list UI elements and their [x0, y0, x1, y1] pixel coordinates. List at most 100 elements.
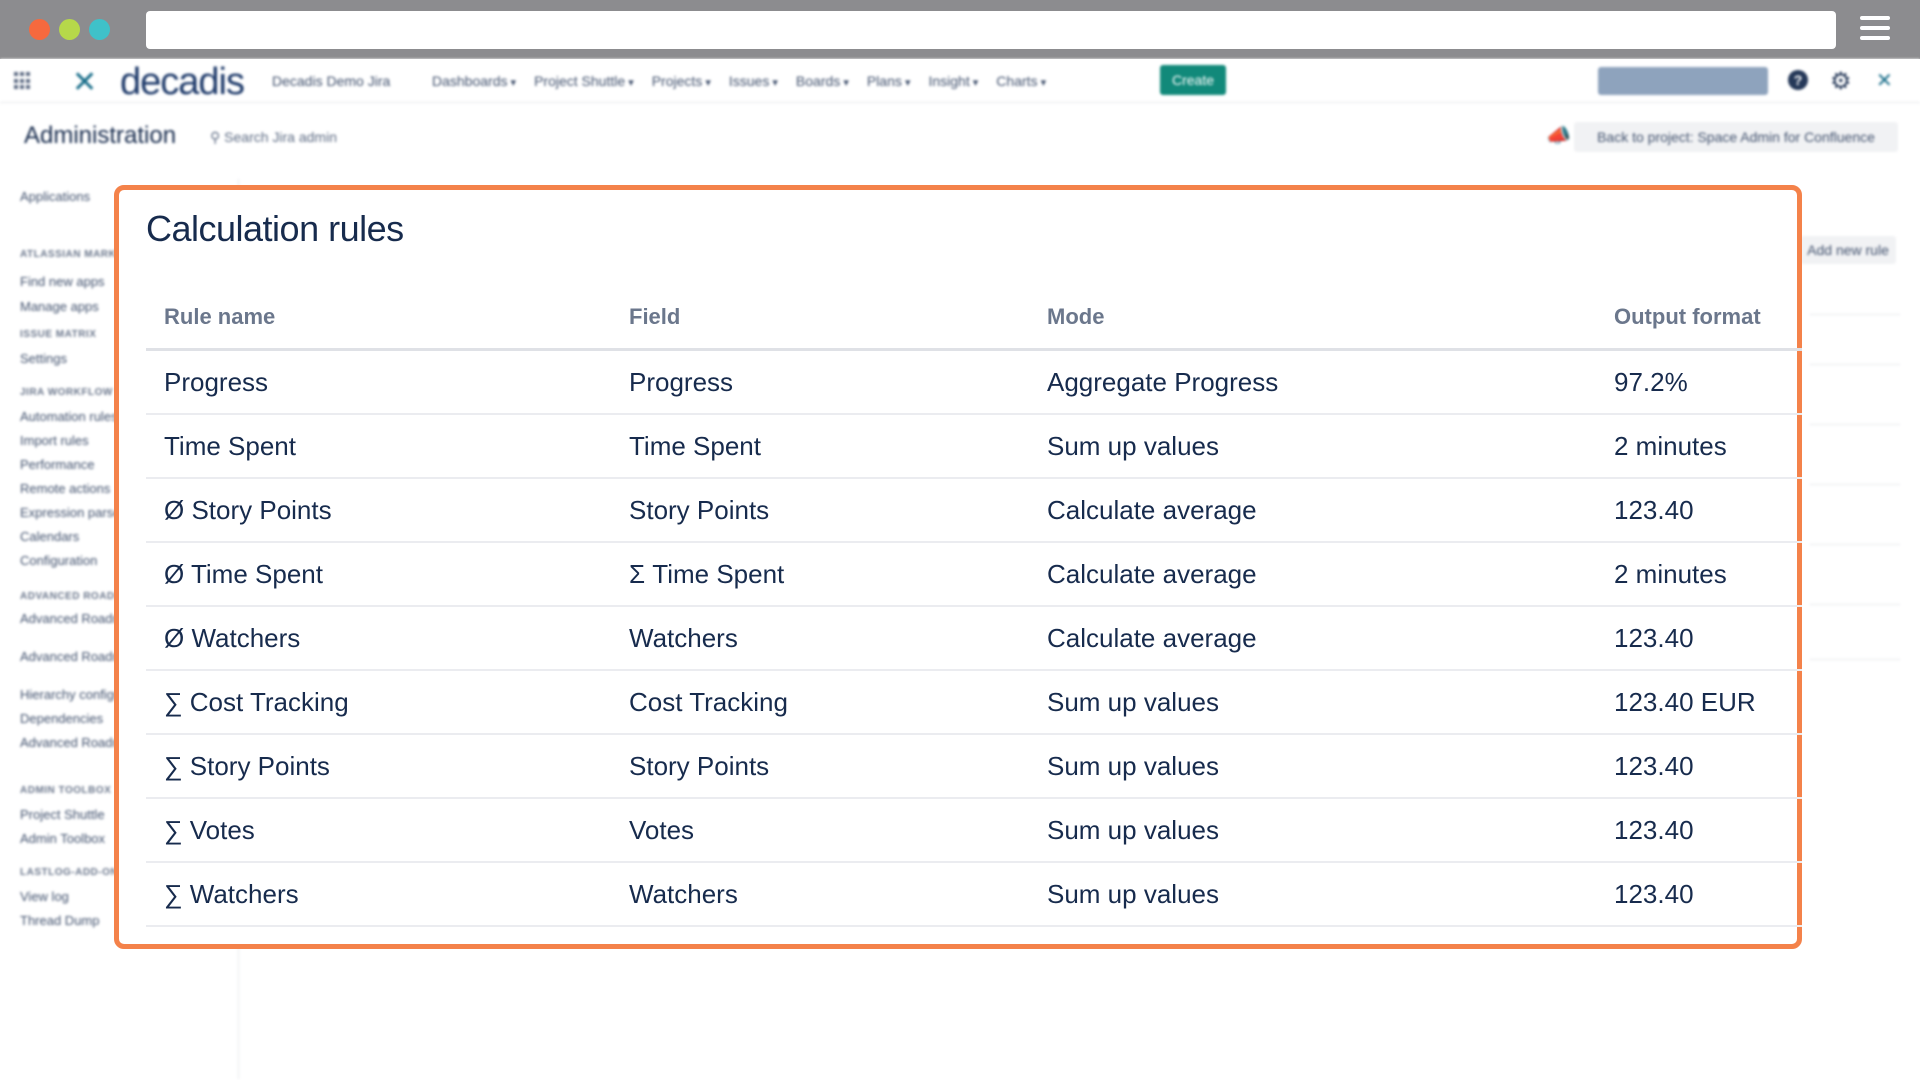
column-header-rule-name[interactable]: Rule name [146, 285, 611, 351]
divider [1810, 604, 1900, 605]
output-format-cell: 2 minutes [1596, 414, 1802, 479]
create-button[interactable]: Create [1160, 65, 1226, 95]
help-icon[interactable]: ? [1788, 70, 1808, 90]
output-format-cell: 123.40 [1596, 606, 1802, 671]
output-format-cell: 123.40 [1596, 862, 1802, 927]
table-row[interactable]: ∑ Story Points Story Points Sum up values 1… [146, 734, 1802, 799]
sidebar-item[interactable]: Configuration [20, 553, 97, 568]
table-row[interactable]: Ø Watchers Watchers Calculate average 123.4… [146, 606, 1802, 671]
profile-icon[interactable]: ✕ [1876, 68, 1893, 93]
field-cell: Watchers [611, 862, 1029, 927]
rule-name-cell: Time Spent [146, 414, 611, 479]
nav-item[interactable]: Plans [867, 73, 911, 89]
divider [1810, 424, 1900, 425]
rule-name-cell: ∑ Votes [146, 798, 611, 863]
nav-item[interactable]: Project Shuttle [534, 73, 634, 89]
rule-name-cell: Ø Story Points [146, 478, 611, 543]
mode-cell: Aggregate Progress [1029, 349, 1596, 415]
sidebar-item[interactable]: Import rules [20, 433, 89, 448]
address-bar[interactable] [146, 11, 1836, 49]
divider [1810, 314, 1900, 315]
sidebar-item[interactable]: Admin Toolbox [20, 831, 105, 846]
table-row[interactable]: Ø Story Points Story Points Calculate aver… [146, 478, 1802, 543]
sidebar-item[interactable]: Thread Dump [20, 913, 99, 928]
divider [1810, 544, 1900, 545]
mode-cell: Calculate average [1029, 478, 1596, 543]
calculation-rules-table: Rule name Field Mode Output format Progr… [146, 285, 1802, 927]
field-cell: Progress [611, 349, 1029, 415]
table-row[interactable]: ∑ Watchers Watchers Sum up values 123.40 [146, 862, 1802, 927]
sidebar-item[interactable]: Settings [20, 351, 67, 366]
sidebar-item[interactable]: Remote actions [20, 481, 110, 496]
table-row[interactable]: ∑ Cost Tracking Cost Tracking Sum up value… [146, 670, 1802, 735]
logo-text[interactable]: decadis [120, 61, 245, 104]
table-row[interactable]: Ø Time Spent Σ Time Spent Calculate averag… [146, 542, 1802, 607]
table-row[interactable]: Progress Progress Aggregate Progress 97.2% [146, 349, 1802, 415]
minimize-window-button[interactable] [59, 19, 80, 40]
sidebar-section-header: JIRA WORKFLOW [20, 387, 113, 398]
add-new-rule-button[interactable]: Add new rule [1800, 236, 1896, 264]
nav-item[interactable]: Dashboards [432, 73, 516, 89]
table-row[interactable]: ∑ Votes Votes Sum up values 123.40 [146, 798, 1802, 863]
nav-item[interactable]: Charts [996, 73, 1046, 89]
field-cell: Watchers [611, 606, 1029, 671]
mode-cell: Sum up values [1029, 670, 1596, 735]
back-to-project-link[interactable]: Back to project: Space Admin for Conflue… [1574, 122, 1898, 152]
sidebar-section-header: LASTLOG-ADD-ON [20, 867, 119, 878]
field-cell: Story Points [611, 734, 1029, 799]
close-window-button[interactable] [29, 19, 50, 40]
sidebar-item[interactable]: Manage apps [20, 299, 99, 314]
output-format-cell: 123.40 [1596, 478, 1802, 543]
page-title: Administration [24, 122, 177, 149]
output-format-cell: 123.40 [1596, 798, 1802, 863]
nav-item[interactable]: Insight [928, 73, 978, 89]
column-header-mode[interactable]: Mode [1029, 285, 1596, 351]
gear-icon[interactable]: ⚙ [1830, 67, 1852, 96]
sidebar-item[interactable]: Dependencies [20, 711, 103, 726]
rule-name-cell: Ø Time Spent [146, 542, 611, 607]
divider [1810, 364, 1900, 365]
field-cell: Votes [611, 798, 1029, 863]
sidebar-item[interactable]: Performance [20, 457, 94, 472]
mode-cell: Sum up values [1029, 798, 1596, 863]
mode-cell: Sum up values [1029, 414, 1596, 479]
admin-search-link[interactable]: ⚲ Search Jira admin [210, 129, 337, 146]
nav-item[interactable]: Projects [652, 73, 711, 89]
rule-name-cell: Progress [146, 349, 611, 415]
divider [1810, 659, 1900, 660]
hamburger-menu-icon[interactable] [1860, 16, 1890, 42]
sidebar-item[interactable]: Applications [20, 189, 90, 204]
mode-cell: Sum up values [1029, 862, 1596, 927]
rule-name-cell: ∑ Cost Tracking [146, 670, 611, 735]
table-row[interactable]: Time Spent Time Spent Sum up values 2 minut… [146, 414, 1802, 479]
nav-item[interactable]: Issues [729, 73, 778, 89]
top-navigation: ✕ decadis Decadis Demo Jira Dashboards Pr… [0, 59, 1920, 103]
browser-toolbar [0, 0, 1920, 59]
output-format-cell: 97.2% [1596, 349, 1802, 415]
nav-item[interactable]: Boards [796, 73, 849, 89]
instance-name[interactable]: Decadis Demo Jira [272, 73, 390, 89]
announcement-icon[interactable]: 📣 [1546, 123, 1571, 148]
field-cell: Σ Time Spent [611, 542, 1029, 607]
app-switcher-icon[interactable] [14, 72, 32, 90]
output-format-cell: 123.40 EUR [1596, 670, 1802, 735]
maximize-window-button[interactable] [89, 19, 110, 40]
column-header-field[interactable]: Field [611, 285, 1029, 351]
sidebar-item[interactable]: Calendars [20, 529, 79, 544]
sidebar-item[interactable]: View log [20, 889, 69, 904]
column-header-output-format[interactable]: Output format [1596, 285, 1802, 351]
rule-name-cell: ∑ Watchers [146, 862, 611, 927]
field-cell: Time Spent [611, 414, 1029, 479]
decadis-logo-icon[interactable]: ✕ [72, 65, 97, 100]
table-header-row: Rule name Field Mode Output format [146, 285, 1802, 351]
sidebar-item[interactable]: Expression parser [20, 505, 125, 520]
sidebar-item[interactable]: Find new apps [20, 274, 105, 289]
sidebar-item[interactable]: Automation rules [20, 409, 118, 424]
output-format-cell: 123.40 [1596, 734, 1802, 799]
rule-name-cell: Ø Watchers [146, 606, 611, 671]
search-icon: ⚲ [210, 129, 225, 145]
field-cell: Story Points [611, 478, 1029, 543]
search-input[interactable] [1598, 67, 1768, 95]
sidebar-item[interactable]: Project Shuttle [20, 807, 105, 822]
output-format-cell: 2 minutes [1596, 542, 1802, 607]
